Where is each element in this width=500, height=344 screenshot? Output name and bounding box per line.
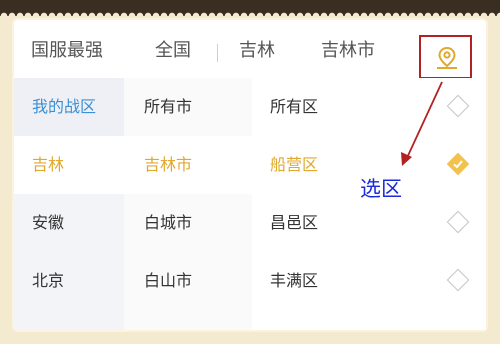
region-header: 国服最强 全国 吉林 吉林市: [14, 20, 486, 82]
tab-ranking[interactable]: 国服最强: [31, 40, 103, 62]
province-item[interactable]: 我的战区: [14, 78, 124, 136]
city-item[interactable]: 白城市: [124, 194, 252, 252]
province-item[interactable]: 北京: [14, 252, 124, 310]
city-column: 所有市 吉林市 白城市 白山市: [124, 78, 252, 330]
region-picker-panel: 国服最强 全国 吉林 吉林市 我的战区 吉林 安徽 北京 所有市 吉林市 白城市…: [14, 20, 486, 330]
photo-frame-top: [0, 0, 500, 16]
tab-city[interactable]: 吉林市: [321, 40, 375, 62]
checkmark-icon: [453, 160, 463, 169]
location-button[interactable]: [419, 35, 472, 79]
province-item[interactable]: 安徽: [14, 194, 124, 252]
annotation-label: 选区: [360, 177, 402, 201]
tab-separator: [217, 44, 218, 62]
tab-all[interactable]: 全国: [155, 40, 191, 62]
tab-province[interactable]: 吉林: [239, 40, 275, 62]
district-column: 所有区 船营区 昌邑区 丰满区: [252, 78, 486, 330]
province-item-selected[interactable]: 吉林: [14, 136, 124, 194]
city-item[interactable]: 白山市: [124, 252, 252, 310]
city-item[interactable]: 所有市: [124, 78, 252, 136]
province-column: 我的战区 吉林 安徽 北京: [14, 78, 124, 330]
location-pin-icon: [437, 46, 457, 69]
city-item-selected[interactable]: 吉林市: [124, 136, 252, 194]
